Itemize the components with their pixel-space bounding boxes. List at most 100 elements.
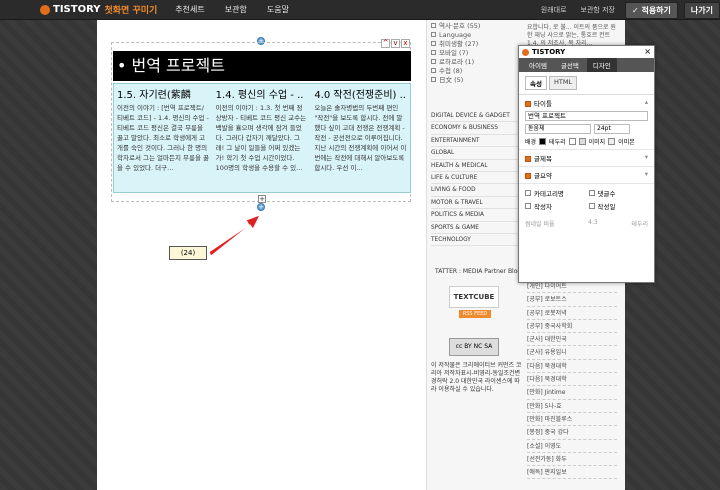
thumbnail-row: 썸네일 비율 4:3 테두리 [519, 215, 654, 232]
link-item[interactable]: [소설] 이영도 [527, 440, 617, 453]
link-item[interactable]: [만화] 마진블루스 [527, 413, 617, 427]
expand-icon [431, 77, 436, 82]
nav-storage[interactable]: 보관함 [225, 4, 247, 15]
checkbox-icon [588, 190, 595, 196]
link-item[interactable]: [선전가동] 화두 [527, 453, 617, 467]
image2-label: 이미본 [618, 139, 635, 146]
subtab-properties[interactable]: 속성 [525, 76, 547, 90]
nav-recommend[interactable]: 추천세트 [175, 4, 204, 15]
tree-label: 日文 [439, 76, 452, 84]
panel-subtabs: 속성 HTML [519, 72, 654, 95]
link-item[interactable]: [군사] 유용입니 [527, 346, 617, 360]
option-date[interactable]: 작성일 [588, 201, 649, 211]
textcube-badge[interactable]: TEXTCUBE [449, 286, 499, 308]
design-panel: TISTORY × 아이템 글선택 디자인 속성 HTML 타이틀 ▴ 번역 프… [518, 45, 655, 283]
checkbox-icon [588, 203, 595, 209]
category-item[interactable]: TECHNOLOGY [431, 234, 523, 247]
bg-label: 배경 [525, 139, 537, 146]
link-item[interactable]: [봉정] 중국 강다 [527, 426, 617, 440]
link-item[interactable]: [만화] Jintime [527, 386, 617, 400]
tree-item[interactable]: 모바일 (7) [431, 49, 517, 58]
link-item[interactable]: [군사] 대한민국 [527, 333, 617, 347]
tree-label: 수첩 [439, 67, 451, 75]
brand-logo[interactable]: TISTORY 첫화면 꾸미기 [40, 3, 157, 16]
tree-count: (8) [453, 67, 463, 75]
option-category[interactable]: 카테고리명 [525, 188, 585, 198]
thumb-border-label: 테두리 [631, 221, 648, 228]
nav-help[interactable]: 도움말 [267, 4, 289, 15]
tree-item[interactable]: 로하로라 (1) [431, 58, 517, 67]
font-row: 돋움체 24pt [525, 124, 648, 134]
article-title-checkbox[interactable] [525, 156, 531, 162]
tab-item[interactable]: 아이템 [523, 58, 553, 72]
apply-button[interactable]: ✓ 적용하기 [624, 1, 678, 19]
chevron-up-icon[interactable]: ▴ [645, 98, 648, 106]
link-item[interactable]: [다음] 북경대학 [527, 373, 617, 387]
tree-item[interactable]: 역사·문호 (55) [431, 22, 517, 31]
bg-color-swatch[interactable] [539, 138, 547, 145]
category-item[interactable]: POLITICS & MEDIA [431, 209, 523, 222]
size-select[interactable]: 24pt [594, 124, 630, 134]
tree-count: (7) [459, 49, 469, 57]
tree-item[interactable]: Language [431, 31, 517, 40]
brand-name: TISTORY [53, 4, 101, 15]
border-color-swatch[interactable] [568, 138, 576, 145]
category-item[interactable]: SPORTS & GAME [431, 222, 523, 234]
panel-header[interactable]: TISTORY × [519, 46, 654, 58]
category-item[interactable]: DIGITAL DEVICE & GADGET [431, 110, 523, 123]
tree-label: 모바일 [439, 49, 457, 57]
category-item[interactable]: HEALTH & MEDICAL [431, 160, 523, 172]
category-item[interactable]: ECONOMY & BUSINESS [431, 122, 523, 135]
save-storage-link[interactable]: 보관함 저장 [577, 5, 619, 15]
checkbox-icon [525, 203, 531, 209]
top-bar: TISTORY 첫화면 꾸미기 추천세트 보관함 도움말 원래대로 보관함 저장… [0, 0, 720, 20]
expand-icon [431, 59, 436, 64]
reset-link[interactable]: 원래대로 [537, 5, 571, 15]
subtab-html[interactable]: HTML [548, 76, 578, 90]
tree-count: (27) [465, 40, 479, 48]
tree-item[interactable]: 취미생활 (27) [431, 40, 517, 49]
image-label: 이미지 [588, 139, 606, 146]
title-section-label: 타이틀 [534, 100, 552, 108]
panel-tabs: 아이템 글선택 디자인 [519, 58, 654, 72]
tree-label: Language [439, 31, 472, 39]
tree-label: 취미생활 [439, 40, 463, 48]
link-item[interactable]: [애독] 판지일보 [527, 466, 617, 480]
tistory-icon [40, 4, 50, 15]
title-checkbox[interactable] [525, 101, 531, 107]
link-item[interactable]: [공부] 로봇저녁 [527, 307, 617, 320]
tab-design[interactable]: 디자인 [586, 58, 617, 72]
category-item[interactable]: MOTOR & TRAVEL [431, 197, 523, 210]
option-author[interactable]: 작성자 [525, 201, 585, 211]
tree-count: (1) [465, 58, 475, 66]
tab-post-select[interactable]: 글선택 [555, 58, 585, 72]
option-comments[interactable]: 댓글수 [588, 188, 649, 198]
thumb-ratio-select[interactable]: 4:3 [588, 219, 598, 228]
link-item[interactable]: [공부] 로보트스 [527, 293, 617, 307]
category-item[interactable]: LIVING & FOOD [431, 184, 523, 197]
summary-checkbox[interactable] [525, 173, 531, 179]
tree-count: (55) [467, 22, 481, 30]
option-label: 작성자 [534, 203, 552, 211]
close-icon[interactable]: × [644, 47, 651, 56]
title-input[interactable]: 번역 프로젝트 [525, 111, 648, 121]
panel-brand: TISTORY [532, 48, 566, 56]
link-item[interactable]: [다음] 북경대학 [527, 360, 617, 374]
cc-license-badge[interactable]: cc BY NC SA [449, 338, 499, 356]
image2-swatch[interactable] [608, 138, 616, 145]
exit-button[interactable]: 나가기 [683, 1, 720, 19]
category-item[interactable]: GLOBAL [431, 147, 523, 160]
category-item[interactable]: ENTERTAINMENT [431, 135, 523, 148]
option-label: 작성일 [597, 203, 616, 211]
link-item[interactable]: [만화] 5나-효 [527, 400, 617, 413]
tree-item[interactable]: 日文 (5) [431, 76, 517, 85]
rss-feed-button[interactable]: RSS FEED [459, 310, 491, 318]
checkbox-icon [525, 190, 531, 196]
image-swatch[interactable] [578, 138, 586, 145]
link-item[interactable]: [공부] 중국사학회 [527, 320, 617, 334]
chevron-down-icon[interactable]: ▾ [645, 153, 648, 161]
chevron-down-icon[interactable]: ▾ [645, 170, 648, 178]
font-select[interactable]: 돋움체 [525, 124, 591, 134]
category-item[interactable]: LIFE & CULTURE [431, 172, 523, 185]
tree-item[interactable]: 수첩 (8) [431, 67, 517, 76]
